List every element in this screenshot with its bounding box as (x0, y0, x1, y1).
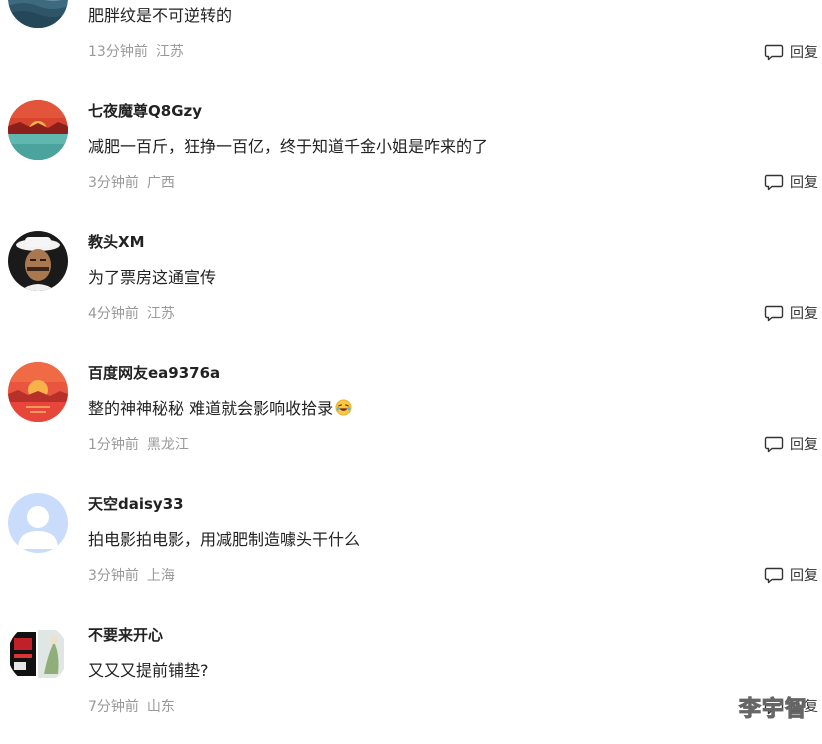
comment-location: 江苏 (146, 306, 175, 322)
comment-meta: 3分钟前 上海 (88, 566, 175, 586)
reply-button[interactable]: 回复 (764, 563, 818, 587)
user-avatar[interactable] (8, 100, 68, 160)
comment-time: 3分钟前 (88, 175, 139, 191)
comment-time: 4分钟前 (88, 306, 139, 322)
speech-bubble-icon (764, 305, 784, 322)
reply-label: 回复 (790, 568, 818, 584)
comment-content: 整的神神秘秘 难道就会影响收拾录 (88, 397, 352, 421)
comment-meta: 1分钟前 黑龙江 (88, 435, 189, 455)
reply-label: 回复 (790, 437, 818, 453)
username[interactable]: 七夜魔尊Q8Gzy (88, 100, 202, 122)
speech-bubble-icon (764, 567, 784, 584)
man-in-hat-avatar-icon (8, 231, 68, 291)
ocean-waves-avatar-icon (8, 0, 68, 28)
user-avatar[interactable] (8, 493, 68, 553)
comment-item: 百度网友ea9376a 整的神神秘秘 难道就会影响收拾录 1分钟前 黑龙江 回复 (0, 362, 822, 482)
laughing-emoji-icon (335, 399, 352, 416)
comment-location: 广西 (146, 175, 175, 191)
comment-time: 7分钟前 (88, 699, 139, 715)
reply-label: 回复 (790, 175, 818, 191)
user-avatar[interactable] (8, 362, 68, 422)
red-sunset-sea-avatar-icon (8, 100, 68, 160)
username[interactable]: 教头XM (88, 231, 145, 253)
comment-time: 13分钟前 (88, 44, 148, 60)
reply-label: 回复 (790, 306, 818, 322)
comment-location: 山东 (146, 699, 175, 715)
speech-bubble-icon (764, 436, 784, 453)
comment-time: 3分钟前 (88, 568, 139, 584)
comment-item: 不要来开心 又又又提前铺垫? 7分钟前 山东 回复 (0, 624, 822, 744)
comment-meta: 13分钟前 江苏 (88, 42, 184, 62)
comment-content: 肥胖纹是不可逆转的 (88, 6, 233, 25)
user-avatar[interactable] (8, 624, 68, 684)
speech-bubble-icon (764, 44, 784, 61)
comment-content: 又又又提前铺垫? (88, 661, 209, 680)
comment-time: 1分钟前 (88, 437, 139, 453)
speech-bubble-icon (764, 174, 784, 191)
reply-label: 回复 (790, 45, 818, 61)
comment-text: 整的神神秘秘 难道就会影响收拾录 (88, 399, 334, 418)
comment-location: 上海 (146, 568, 175, 584)
comment-item: 肥胖纹是不可逆转的 13分钟前 江苏 回复 (0, 0, 822, 61)
comment-meta: 4分钟前 江苏 (88, 304, 175, 324)
user-avatar[interactable] (8, 0, 68, 28)
reply-button[interactable]: 回复 (764, 170, 818, 194)
comment-content: 为了票房这通宣传 (88, 268, 217, 287)
reply-button[interactable]: 回复 (764, 432, 818, 456)
reply-button[interactable]: 回复 (764, 40, 818, 64)
comment-content: 减肥一百斤，狂挣一百亿，终于知道千金小姐是咋来的了 (88, 137, 489, 156)
reply-button[interactable]: 回复 (764, 301, 818, 325)
comment-item: 教头XM 为了票房这通宣传 4分钟前 江苏 回复 (0, 231, 822, 351)
comment-content: 拍电影拍电影，用减肥制造噱头干什么 (88, 530, 361, 549)
default-person-avatar-icon (8, 493, 68, 553)
comment-item: 七夜魔尊Q8Gzy 减肥一百斤，狂挣一百亿，终于知道千金小姐是咋来的了 3分钟前… (0, 100, 822, 220)
collage-photo-avatar-icon (8, 624, 68, 684)
username[interactable]: 天空daisy33 (88, 493, 184, 515)
username[interactable]: 百度网友ea9376a (88, 362, 220, 384)
comment-location: 黑龙江 (146, 437, 189, 453)
comment-meta: 7分钟前 山东 (88, 697, 175, 717)
comment-item: 天空daisy33 拍电影拍电影，用减肥制造噱头干什么 3分钟前 上海 回复 (0, 493, 822, 613)
user-avatar[interactable] (8, 231, 68, 291)
comment-location: 江苏 (155, 44, 184, 60)
username[interactable]: 不要来开心 (88, 624, 163, 646)
orange-sunset-avatar-icon (8, 362, 68, 422)
comment-meta: 3分钟前 广西 (88, 173, 175, 193)
watermark: 李宇智 (738, 697, 808, 723)
